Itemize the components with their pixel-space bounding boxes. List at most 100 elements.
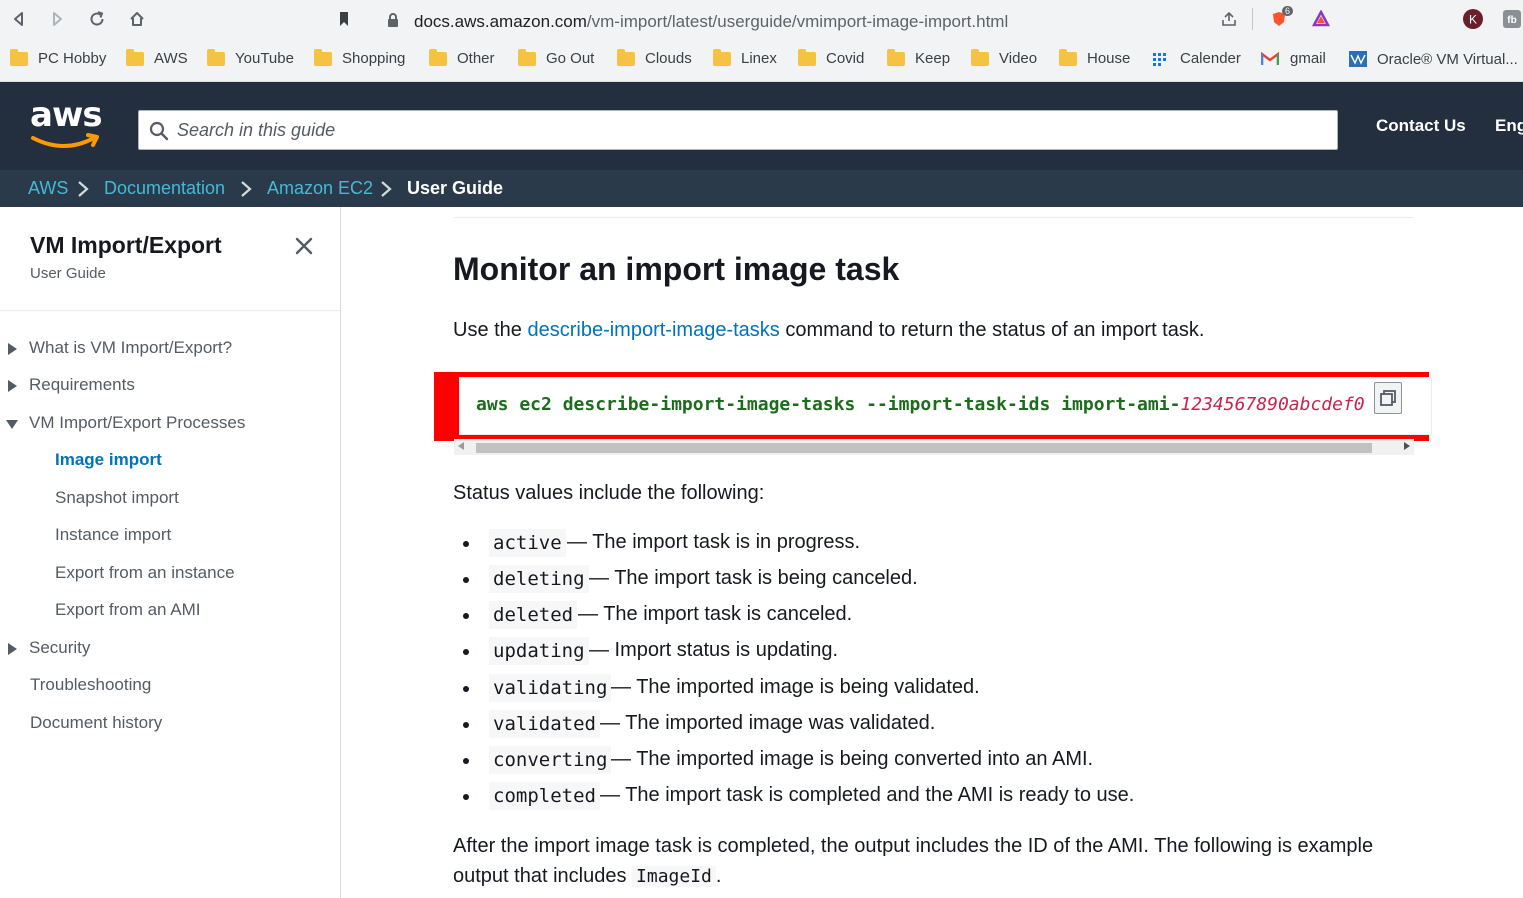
copy-button[interactable] xyxy=(1374,382,1402,414)
home-button[interactable] xyxy=(124,6,150,32)
reload-icon xyxy=(90,11,104,26)
bookmarks-bar: PC Hobby AWS YouTube Shopping Other Go O… xyxy=(0,38,1523,82)
sidebar-item-document-history[interactable]: Document history xyxy=(30,713,162,733)
list-item: updating — Import status is updating. xyxy=(453,637,1353,667)
bookmark-aws[interactable]: AWS xyxy=(126,48,188,67)
bookmark-linex[interactable]: Linex xyxy=(713,48,777,67)
contact-us-link[interactable]: Contact Us xyxy=(1376,116,1466,136)
search-input[interactable] xyxy=(177,111,1327,149)
main-content: Monitor an import image task Use the des… xyxy=(342,207,1523,898)
breadcrumb-aws[interactable]: AWS xyxy=(28,178,68,199)
bookmark-oracle-vm[interactable]: Oracle® VM Virtual... xyxy=(1348,50,1518,68)
chevron-right-icon xyxy=(381,181,392,197)
chevron-right-icon xyxy=(241,181,252,197)
extension-icon: fb xyxy=(1503,10,1521,28)
bookmark-other[interactable]: Other xyxy=(429,48,495,67)
bookmark-video[interactable]: Video xyxy=(971,48,1037,67)
describe-tasks-link[interactable]: describe-import-image-tasks xyxy=(527,319,779,341)
bookmark-gmail[interactable]: gmail xyxy=(1261,50,1326,67)
breadcrumb-documentation[interactable]: Documentation xyxy=(104,178,225,199)
browser-toolbar: docs.aws.amazon.com/vm-import/latest/use… xyxy=(0,0,1523,38)
share-icon xyxy=(1222,11,1236,26)
breadcrumb-amazon-ec2[interactable]: Amazon EC2 xyxy=(267,178,373,199)
sidebar-item-image-import[interactable]: Image import xyxy=(55,450,162,470)
calendar-grid-icon xyxy=(1153,52,1166,66)
sidebar-item-instance-import[interactable]: Instance import xyxy=(55,525,171,545)
sidebar-item-what-is[interactable]: What is VM Import/Export? xyxy=(29,338,232,358)
forward-icon xyxy=(53,12,62,26)
extension-button[interactable]: fb xyxy=(1499,6,1523,32)
sidebar-item-requirements[interactable]: Requirements xyxy=(29,375,135,395)
list-item: deleted — The import task is canceled. xyxy=(453,601,1353,631)
badge-count: 6 xyxy=(1282,6,1294,16)
language-selector[interactable]: Eng xyxy=(1495,116,1523,136)
scroll-thumb[interactable] xyxy=(476,443,1372,453)
sidebar-item-processes[interactable]: VM Import/Export Processes xyxy=(29,413,245,433)
scroll-right-arrow-icon[interactable] xyxy=(1404,442,1410,450)
sidebar-item-troubleshooting[interactable]: Troubleshooting xyxy=(30,675,151,695)
expand-arrow-icon[interactable] xyxy=(8,343,17,355)
svg-text:fb: fb xyxy=(1507,15,1516,26)
folder-icon xyxy=(798,48,816,66)
list-item: deleting — The import task is being cance… xyxy=(453,565,1353,595)
bookmark-pc-hobby[interactable]: PC Hobby xyxy=(10,48,106,67)
bookmark-youtube[interactable]: YouTube xyxy=(207,48,294,67)
aws-smile-icon xyxy=(31,133,99,148)
sidebar-divider xyxy=(0,310,340,311)
code-horizontal-scrollbar[interactable] xyxy=(454,439,1414,455)
outro-paragraph-line2: output that includes ImageId. xyxy=(453,865,722,887)
bookmark-shopping[interactable]: Shopping xyxy=(314,48,405,67)
aws-logo[interactable]: aws xyxy=(30,95,103,154)
brave-shield-button[interactable]: 6 xyxy=(1266,6,1294,32)
list-item: active — The import task is in progress. xyxy=(453,529,1353,559)
sidebar-item-security[interactable]: Security xyxy=(29,638,90,658)
bookmark-covid[interactable]: Covid xyxy=(798,48,864,67)
folder-icon xyxy=(207,48,225,66)
back-button[interactable] xyxy=(6,6,32,32)
sidebar-subtitle: User Guide xyxy=(30,265,106,282)
bookmark-keep[interactable]: Keep xyxy=(887,48,950,67)
folder-icon xyxy=(971,48,989,66)
breadcrumb-user-guide: User Guide xyxy=(407,178,504,198)
aws-header: aws Contact Us Eng xyxy=(0,82,1523,170)
sidebar-item-export-ami[interactable]: Export from an AMI xyxy=(55,600,201,620)
reload-button[interactable] xyxy=(84,6,110,32)
sidebar-item-snapshot-import[interactable]: Snapshot import xyxy=(55,488,179,508)
toolbar-divider xyxy=(1252,8,1253,30)
aws-logo-text: aws xyxy=(30,95,103,135)
bookmark-go-out[interactable]: Go Out xyxy=(518,48,594,67)
back-icon xyxy=(14,12,23,26)
virtualbox-icon xyxy=(1349,51,1367,67)
forward-button[interactable] xyxy=(44,6,70,32)
address-bar[interactable]: docs.aws.amazon.com/vm-import/latest/use… xyxy=(330,4,1260,34)
scroll-left-arrow-icon[interactable] xyxy=(458,442,464,450)
expand-arrow-icon[interactable] xyxy=(8,643,17,655)
bookmark-house[interactable]: House xyxy=(1059,48,1130,67)
search-icon xyxy=(149,121,169,141)
brave-rewards-button[interactable] xyxy=(1308,6,1334,32)
folder-icon xyxy=(126,48,144,66)
home-icon xyxy=(130,12,144,26)
profile-button[interactable]: K xyxy=(1460,6,1486,32)
folder-icon xyxy=(429,48,447,66)
bookmark-clouds[interactable]: Clouds xyxy=(617,48,692,67)
folder-icon xyxy=(10,48,28,66)
sidebar-title[interactable]: VM Import/Export xyxy=(30,232,222,259)
breadcrumb: AWS Documentation Amazon EC2 User Guide xyxy=(0,170,1523,207)
intro-paragraph: Use the describe-import-image-tasks comm… xyxy=(453,319,1205,341)
share-button[interactable] xyxy=(1216,6,1242,32)
collapse-arrow-icon[interactable] xyxy=(6,420,18,429)
folder-icon xyxy=(1059,48,1077,66)
guide-search xyxy=(138,110,1338,150)
sidebar-item-export-instance[interactable]: Export from an instance xyxy=(55,563,235,583)
image-id-code: ImageId xyxy=(632,866,716,887)
url-text: docs.aws.amazon.com/vm-import/latest/use… xyxy=(414,12,1009,31)
status-intro: Status values include the following: xyxy=(453,482,765,504)
page-title: Monitor an import image task xyxy=(453,251,900,287)
chevron-right-icon xyxy=(78,181,89,197)
close-icon[interactable] xyxy=(293,235,315,257)
list-item: validated — The imported image was valida… xyxy=(453,710,1353,740)
bookmark-calender[interactable]: Calender xyxy=(1152,50,1241,67)
expand-arrow-icon[interactable] xyxy=(8,380,17,392)
section-divider xyxy=(454,217,1414,218)
